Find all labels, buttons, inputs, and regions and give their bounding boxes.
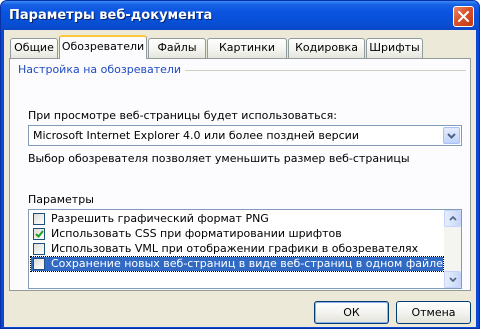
- close-icon: [458, 11, 469, 22]
- browser-select[interactable]: Microsoft Internet Explorer 4.0 или боле…: [28, 125, 462, 146]
- close-button[interactable]: [453, 6, 474, 27]
- tab-encoding[interactable]: Кодировка: [288, 38, 365, 58]
- scroll-up-button[interactable]: [444, 210, 461, 227]
- option-label: Разрешить графический формат PNG: [51, 212, 269, 225]
- option-single-file[interactable]: Сохранение новых веб-страниц в виде веб-…: [30, 256, 444, 272]
- browser-select-value: Microsoft Internet Explorer 4.0 или боле…: [33, 129, 359, 142]
- tab-browsers[interactable]: Обозреватели: [59, 35, 147, 59]
- tab-label: Шрифты: [369, 41, 420, 54]
- chevron-down-icon: [447, 133, 456, 139]
- option-label: Сохранение новых веб-страниц в виде веб-…: [51, 257, 443, 270]
- tab-fonts[interactable]: Шрифты: [366, 38, 423, 58]
- cancel-button[interactable]: Отмена: [396, 301, 471, 324]
- view-label: При просмотре веб-страницы будет использ…: [28, 109, 337, 122]
- option-label: Использовать VML при отображении графики…: [51, 242, 419, 255]
- scroll-down-button[interactable]: [444, 271, 461, 288]
- window-title: Параметры веб-документа: [9, 8, 213, 23]
- tab-files[interactable]: Файлы: [148, 38, 206, 58]
- tab-panel-browsers: Настройка на обозреватели При просмотре …: [9, 58, 471, 291]
- option-png[interactable]: Разрешить графический формат PNG: [31, 212, 443, 226]
- browser-select-dropdown-button[interactable]: [443, 127, 460, 144]
- option-vml[interactable]: Использовать VML при отображении графики…: [31, 242, 443, 256]
- options-list[interactable]: Разрешить графический формат PNG Использ…: [28, 209, 462, 289]
- browser-hint: Выбор обозревателя позволяет уменьшить р…: [28, 152, 410, 165]
- option-css-checkbox[interactable]: [33, 228, 45, 240]
- option-label: Использовать CSS при форматировании шриф…: [51, 227, 342, 240]
- chevron-down-icon: [449, 277, 457, 282]
- checkmark-icon: [35, 230, 44, 238]
- option-png-checkbox[interactable]: [33, 213, 45, 225]
- options-scrollbar[interactable]: [444, 210, 461, 288]
- group-title: Настройка на обозреватели: [18, 63, 186, 76]
- option-single-file-checkbox[interactable]: [33, 258, 45, 270]
- tab-label: Файлы: [157, 41, 197, 54]
- chevron-up-icon: [449, 216, 457, 221]
- option-css[interactable]: Использовать CSS при форматировании шриф…: [31, 227, 443, 241]
- tab-label: Обозреватели: [61, 40, 145, 53]
- dialog-window: Параметры веб-документа Общие Обозревате…: [0, 0, 480, 329]
- ok-button[interactable]: ОК: [314, 301, 389, 324]
- dialog-client: Общие Обозреватели Файлы Картинки Кодиро…: [4, 30, 476, 327]
- group-divider: [168, 70, 466, 71]
- title-bar[interactable]: Параметры веб-документа: [1, 1, 479, 30]
- tab-label: Общие: [14, 41, 54, 54]
- tab-general[interactable]: Общие: [10, 38, 58, 58]
- option-vml-checkbox[interactable]: [33, 243, 45, 255]
- tab-pictures[interactable]: Картинки: [207, 38, 287, 58]
- options-label: Параметры: [28, 193, 94, 206]
- tab-label: Картинки: [218, 41, 276, 54]
- tab-label: Кодировка: [295, 41, 358, 54]
